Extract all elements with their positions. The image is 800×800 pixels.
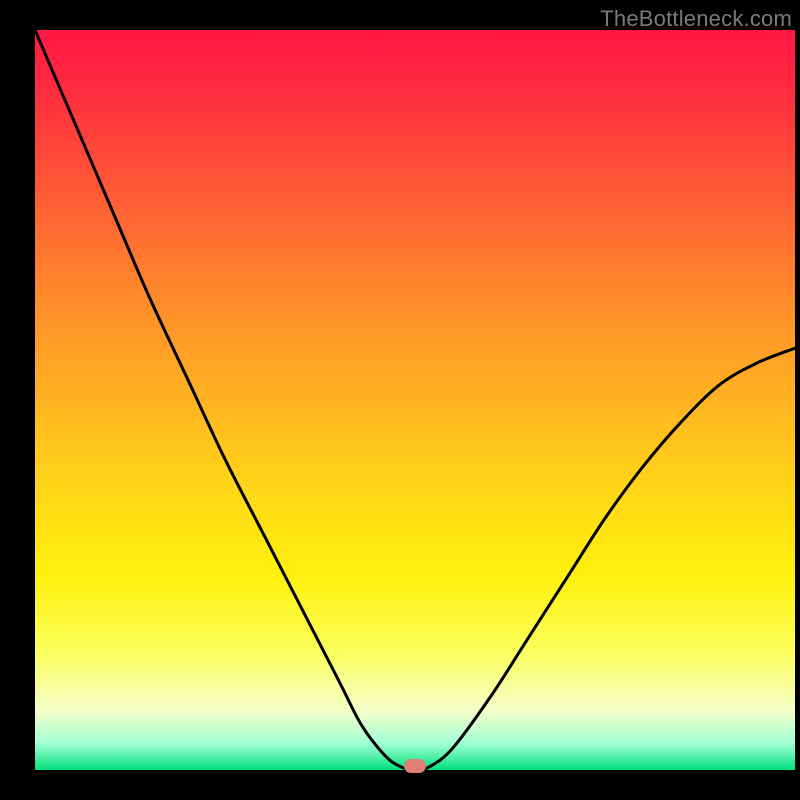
chart-frame: TheBottleneck.com (0, 0, 800, 800)
plot-area (35, 30, 795, 770)
optimum-marker (404, 759, 426, 773)
bottleneck-curve (35, 30, 795, 770)
watermark-text: TheBottleneck.com (600, 6, 792, 32)
